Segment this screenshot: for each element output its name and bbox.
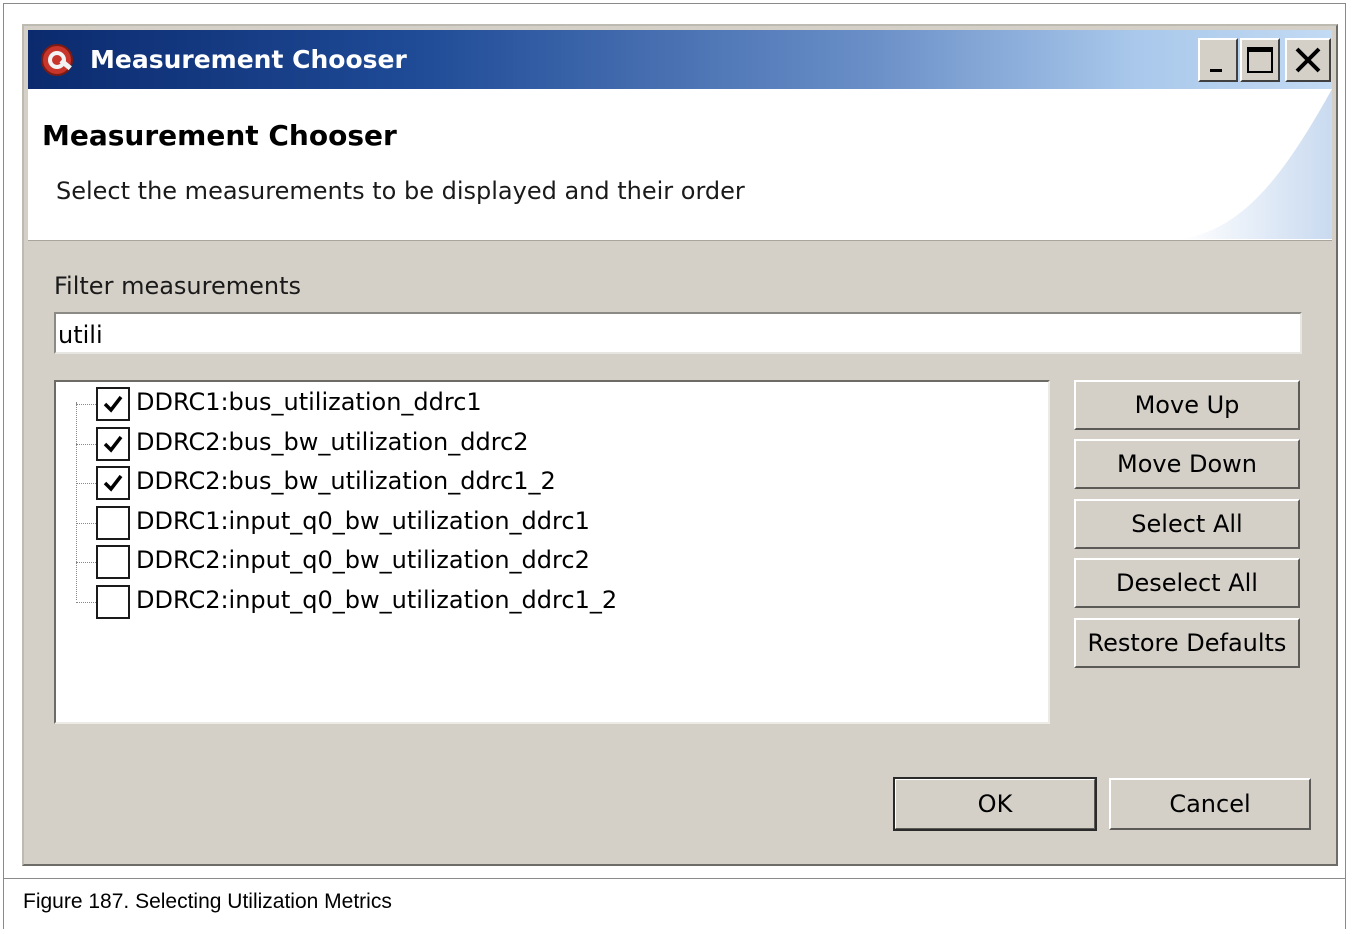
close-icon <box>1295 47 1321 73</box>
caption-divider <box>3 878 1346 879</box>
ok-button[interactable]: OK <box>893 777 1097 831</box>
close-button[interactable] <box>1285 38 1331 82</box>
deselect-all-button[interactable]: Deselect All <box>1074 558 1300 608</box>
list-item-label: DDRC2:bus_bw_utilization_ddrc1_2 <box>136 467 556 495</box>
list-item[interactable]: DDRC2:bus_bw_utilization_ddrc2 <box>56 424 1016 462</box>
checkbox[interactable] <box>96 466 130 500</box>
list-item[interactable]: DDRC1:bus_utilization_ddrc1 <box>56 384 1016 422</box>
page-title: Measurement Chooser <box>42 119 397 152</box>
window-title: Measurement Chooser <box>90 45 407 74</box>
checkbox[interactable] <box>96 387 130 421</box>
measurement-list[interactable]: DDRC1:bus_utilization_ddrc1 DDRC2:bus_bw… <box>54 380 1050 724</box>
list-item[interactable]: DDRC1:input_q0_bw_utilization_ddrc1 <box>56 503 1016 541</box>
minimize-icon <box>1210 69 1222 72</box>
list-item[interactable]: DDRC2:input_q0_bw_utilization_ddrc1_2 <box>56 582 1016 620</box>
title-bar[interactable]: Measurement Chooser <box>28 30 1332 89</box>
list-item[interactable]: DDRC2:input_q0_bw_utilization_ddrc2 <box>56 542 1016 580</box>
checkbox[interactable] <box>96 545 130 579</box>
figure-caption: Figure 187. Selecting Utilization Metric… <box>23 890 392 913</box>
check-icon <box>103 474 123 492</box>
measurement-chooser-dialog: Measurement Chooser Measurement Chooser … <box>22 24 1338 866</box>
maximize-button[interactable] <box>1240 38 1280 82</box>
list-item-label: DDRC2:bus_bw_utilization_ddrc2 <box>136 428 529 456</box>
app-logo-icon <box>41 44 73 76</box>
checkbox[interactable] <box>96 585 130 619</box>
checkbox[interactable] <box>96 427 130 461</box>
list-item-label: DDRC1:bus_utilization_ddrc1 <box>136 388 482 416</box>
list-item-label: DDRC2:input_q0_bw_utilization_ddrc1_2 <box>136 586 618 614</box>
minimize-button[interactable] <box>1198 38 1238 82</box>
check-icon <box>103 435 123 453</box>
filter-label: Filter measurements <box>54 272 302 300</box>
select-all-button[interactable]: Select All <box>1074 499 1300 549</box>
move-up-button[interactable]: Move Up <box>1074 380 1300 430</box>
restore-defaults-button[interactable]: Restore Defaults <box>1074 618 1300 668</box>
dialog-header: Measurement Chooser Select the measureme… <box>28 89 1332 241</box>
page-description: Select the measurements to be displayed … <box>56 177 745 205</box>
maximize-icon <box>1247 47 1273 73</box>
checkbox[interactable] <box>96 506 130 540</box>
list-item[interactable]: DDRC2:bus_bw_utilization_ddrc1_2 <box>56 463 1016 501</box>
filter-input[interactable] <box>54 312 1302 354</box>
cancel-button[interactable]: Cancel <box>1109 778 1311 830</box>
list-item-label: DDRC2:input_q0_bw_utilization_ddrc2 <box>136 546 590 574</box>
check-icon <box>103 395 123 413</box>
header-decoration <box>1182 89 1332 239</box>
move-down-button[interactable]: Move Down <box>1074 439 1300 489</box>
list-item-label: DDRC1:input_q0_bw_utilization_ddrc1 <box>136 507 590 535</box>
